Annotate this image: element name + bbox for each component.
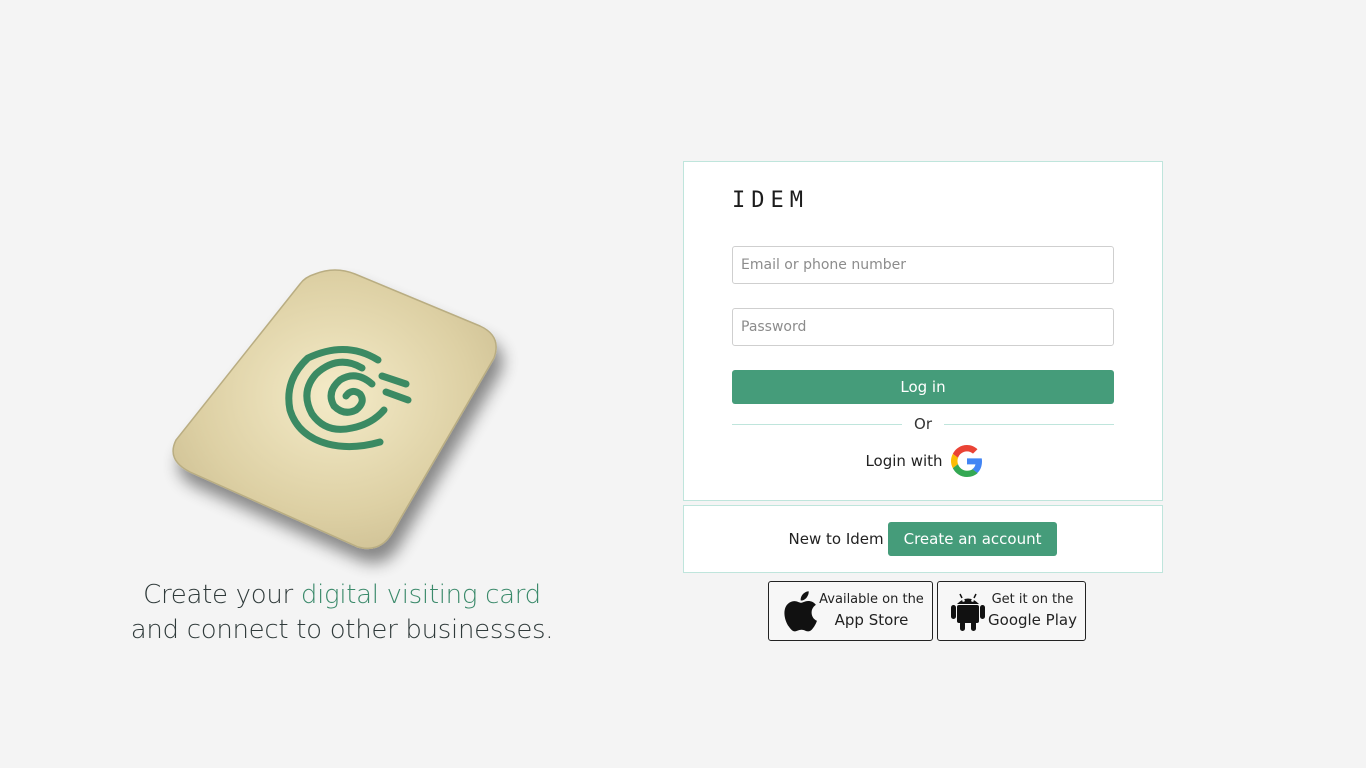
login-form: IDEM Log in Or Login with <box>683 161 1163 501</box>
app-store-big-label: App Store <box>834 611 909 629</box>
google-play-small-label: Get it on the <box>991 592 1074 607</box>
fingerprint-card-icon <box>172 269 497 550</box>
google-icon <box>950 445 982 477</box>
brand-logo: IDEM <box>732 188 809 213</box>
login-button[interactable]: Log in <box>732 370 1114 404</box>
or-divider: Or <box>732 414 1115 434</box>
signup-prompt: New to Idem <box>788 530 884 548</box>
google-login-label: Login with <box>865 452 943 470</box>
apple-icon <box>779 589 819 633</box>
tagline-accent: digital visiting card <box>300 580 541 610</box>
google-play-big-label: Google Play <box>988 611 1077 629</box>
google-play-button[interactable]: Get it on the Google Play <box>937 581 1086 641</box>
tagline-second-line: and connect to other businesses. <box>130 615 554 645</box>
signup-box: New to Idem Create an account <box>683 505 1163 573</box>
tagline-plain: Create your <box>143 580 301 610</box>
login-page: Create your digital visiting card and co… <box>0 0 1366 768</box>
hero-tagline: Create your digital visiting card and co… <box>100 578 584 648</box>
visiting-card-illustration <box>150 250 530 570</box>
password-field[interactable] <box>732 308 1114 346</box>
android-icon <box>948 589 988 633</box>
divider-line-right <box>944 423 1115 425</box>
create-account-button[interactable]: Create an account <box>887 522 1058 556</box>
app-store-small-label: Available on the <box>819 592 924 607</box>
google-login-button[interactable] <box>950 445 983 477</box>
app-store-button[interactable]: Available on the App Store <box>768 581 933 641</box>
google-login-row: Login with <box>684 444 1164 478</box>
email-field[interactable] <box>732 246 1114 284</box>
or-label: Or <box>914 415 932 433</box>
divider-line-left <box>732 423 903 425</box>
